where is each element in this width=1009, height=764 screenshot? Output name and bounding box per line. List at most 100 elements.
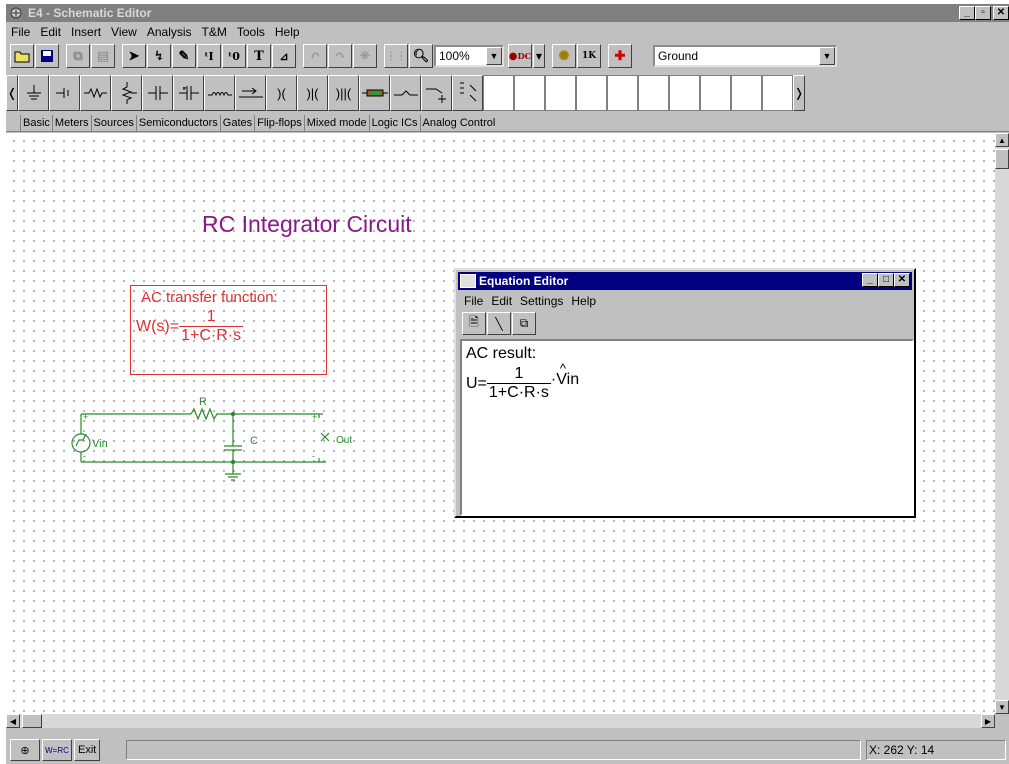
text-zero-icon[interactable]: ᵗ0 (222, 44, 246, 68)
transformer2-icon[interactable]: )|( (297, 75, 328, 111)
kilo-icon[interactable]: 1K (577, 44, 601, 68)
maximize-button[interactable]: ▫ (975, 6, 991, 20)
scroll-up-icon[interactable]: ▲ (995, 133, 1009, 147)
capacitor-icon[interactable] (142, 75, 173, 111)
maximize-button[interactable]: □ (878, 273, 894, 287)
transfer-lhs: W(s)= (136, 317, 180, 335)
relay-icon[interactable] (421, 75, 452, 111)
scroll-down-icon[interactable]: ▼ (995, 700, 1009, 714)
formula-icon[interactable]: W= RC (42, 739, 72, 761)
text-subscript-icon[interactable]: ᵗI (197, 44, 221, 68)
empty-slot (762, 75, 793, 111)
app-icon[interactable] (8, 6, 24, 20)
tab-gates[interactable]: Gates (219, 115, 254, 131)
transformer3-icon[interactable]: )||( (328, 75, 359, 111)
tab-logic-ics[interactable]: Logic ICs (368, 115, 420, 131)
source-label: Vin (92, 438, 108, 450)
eq-menu-settings[interactable]: Settings (516, 294, 567, 308)
zoom-select[interactable]: 100% ▼ (434, 45, 504, 67)
chevron-down-icon[interactable]: ▼ (819, 47, 835, 65)
transient-icon[interactable]: ✺ (552, 44, 576, 68)
dc-analysis-icon[interactable]: ● DC (508, 44, 532, 68)
resistor-label: R (199, 396, 207, 408)
scroll-left-icon[interactable]: ◀ (6, 714, 20, 728)
menu-insert[interactable]: Insert (66, 25, 106, 39)
schematic-canvas[interactable]: RC Integrator Circuit AC transfer functi… (6, 133, 995, 714)
component-tabs: Basic Meters Sources Semiconductors Gate… (6, 114, 1009, 132)
scroll-right-icon[interactable]: ▶ (981, 714, 995, 728)
pen-icon[interactable]: ╲ (487, 312, 511, 335)
wire-icon[interactable]: ↯ (147, 44, 171, 68)
tab-analog-control[interactable]: Analog Control (419, 115, 498, 131)
copy-icon[interactable]: ⧉ (66, 44, 90, 68)
menu-analysis[interactable]: Analysis (142, 25, 197, 39)
node-dot (230, 411, 236, 417)
text-icon[interactable]: T (247, 44, 271, 68)
tab-mixed-mode[interactable]: Mixed mode (303, 115, 369, 131)
battery-icon[interactable] (49, 75, 80, 111)
scroll-thumb[interactable] (22, 714, 42, 728)
resistor-icon[interactable] (80, 75, 111, 111)
equation-result-area[interactable]: AC result: U= 1 1+C·R·s ^ ·Vin (460, 339, 914, 516)
potentiometer-icon[interactable] (111, 75, 142, 111)
eq-menu-help[interactable]: Help (567, 294, 600, 308)
chevron-down-icon[interactable]: ▼ (486, 47, 502, 65)
close-button[interactable]: ✕ (894, 273, 910, 287)
fuse-icon[interactable] (359, 75, 390, 111)
component-select[interactable]: Ground ▼ (653, 45, 837, 67)
document-icon[interactable]: 🗎︎ (462, 312, 486, 335)
eq-menu-edit[interactable]: Edit (487, 294, 516, 308)
undo-icon[interactable]: ↶ (303, 44, 327, 68)
tab-meters[interactable]: Meters (51, 115, 91, 131)
ground-icon[interactable] (18, 75, 49, 111)
menu-tools[interactable]: Tools (232, 25, 270, 39)
scroll-thumb[interactable] (995, 149, 1009, 169)
menu-file[interactable]: File (6, 25, 35, 39)
equation-editor-window[interactable]: Equation Editor _ □ ✕ File Edit Settings… (454, 268, 916, 518)
eq-menu-file[interactable]: File (460, 294, 487, 308)
select-arrow-icon[interactable]: ➤ (122, 44, 146, 68)
inductor-icon[interactable] (204, 75, 235, 111)
scroll-left-button[interactable]: ❬ (6, 75, 18, 111)
paste-icon[interactable]: ▤ (91, 44, 115, 68)
transfer-function-box[interactable]: AC transfer function: W(s)= 1 1+C·R·s (130, 285, 327, 375)
grid-icon[interactable]: ⋮⋮ (384, 44, 408, 68)
output-label: Out (336, 435, 352, 446)
dc-dropdown-icon[interactable]: ▼ (533, 44, 545, 68)
polar-capacitor-icon[interactable] (173, 75, 204, 111)
exit-button[interactable]: Exit (74, 739, 101, 761)
tab-basic[interactable]: Basic (20, 115, 52, 131)
close-button[interactable]: ✕ (993, 6, 1009, 20)
circuit-icon[interactable]: ⊕ (10, 739, 40, 761)
menu-help[interactable]: Help (270, 25, 305, 39)
open-icon[interactable] (10, 44, 34, 68)
scroll-right-button[interactable]: ❭ (793, 75, 805, 111)
pen-icon[interactable]: ✎ (172, 44, 196, 68)
save-icon[interactable] (35, 44, 59, 68)
probe-icon[interactable]: ✚ (608, 44, 632, 68)
ac-source-icon[interactable]: ⊿ (272, 44, 296, 68)
multi-switch-icon[interactable] (452, 75, 483, 111)
schematic-title[interactable]: RC Integrator Circuit (202, 211, 412, 238)
switch-icon[interactable] (235, 75, 266, 111)
rc-circuit[interactable]: R C Vin Out + - + - (61, 393, 371, 493)
redo-icon[interactable]: ↷ (328, 44, 352, 68)
vertical-scrollbar[interactable]: ▲ ▼ (995, 133, 1009, 714)
menu-view[interactable]: View (106, 25, 142, 39)
copy-icon[interactable]: ⧉ (512, 312, 536, 335)
source-wave (75, 433, 87, 447)
horizontal-scrollbar[interactable]: ◀ ▶ (6, 714, 995, 728)
tab-flip-flops[interactable]: Flip-flops (254, 115, 304, 131)
equation-editor-menu: File Edit Settings Help (460, 292, 600, 310)
empty-slot (514, 75, 545, 111)
transformer-icon[interactable]: )( (266, 75, 297, 111)
lamp-icon[interactable] (390, 75, 421, 111)
minimize-button[interactable]: _ (862, 273, 878, 287)
tab-sources[interactable]: Sources (90, 115, 136, 131)
menu-edit[interactable]: Edit (35, 25, 66, 39)
minimize-button[interactable]: _ (959, 6, 975, 20)
zoom-icon[interactable]: 🔍︎ (409, 44, 433, 68)
menu-tm[interactable]: T&M (197, 25, 232, 39)
tab-semiconductors[interactable]: Semiconductors (135, 115, 220, 131)
crosshair-icon[interactable]: ✳ (353, 44, 377, 68)
